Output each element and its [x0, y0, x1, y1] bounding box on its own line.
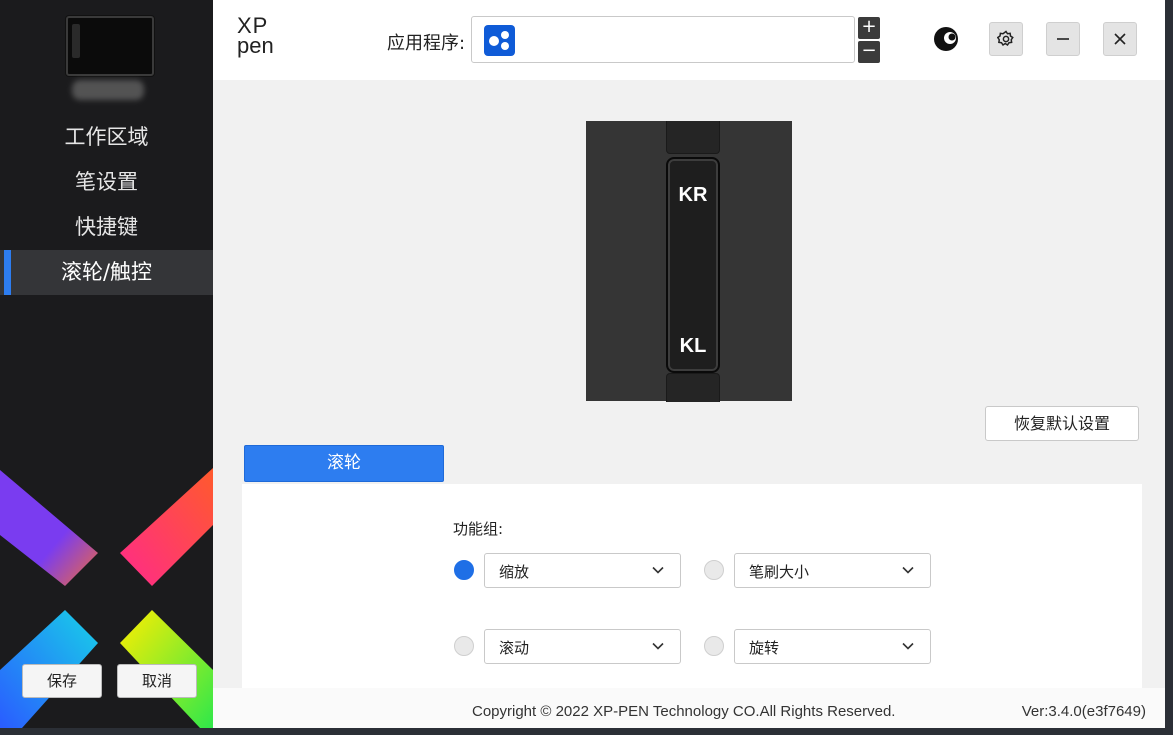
- select-value: 笔刷大小: [749, 563, 810, 581]
- application-label: 应用程序:: [387, 33, 466, 54]
- application-selector[interactable]: [471, 16, 855, 63]
- chevron-down-icon: [902, 642, 914, 650]
- chevron-down-icon: [652, 642, 664, 650]
- select-value: 缩放: [499, 563, 530, 581]
- device-preview: KR KL: [586, 121, 792, 402]
- select-brush-size[interactable]: 笔刷大小: [734, 553, 931, 588]
- select-value: 旋转: [749, 639, 780, 657]
- xppen-logo: XP pen: [237, 13, 274, 58]
- restore-defaults-button[interactable]: 恢复默认设置: [985, 406, 1139, 441]
- select-zoom[interactable]: 缩放: [484, 553, 681, 588]
- remove-application-button[interactable]: −: [858, 41, 880, 63]
- gear-icon[interactable]: [989, 22, 1023, 56]
- save-button[interactable]: 保存: [22, 664, 102, 698]
- version-text: Ver:3.4.0(e3f7649): [1021, 703, 1146, 720]
- chevron-down-icon: [902, 566, 914, 574]
- ring-label-kr: KR: [678, 184, 708, 206]
- touch-ring: KR KL: [666, 157, 720, 373]
- xppen-app-icon[interactable]: [484, 25, 515, 56]
- close-icon[interactable]: [1103, 22, 1137, 56]
- select-rotate[interactable]: 旋转: [734, 629, 931, 664]
- function-panel: 功能组: 缩放 笔刷大小 滚动 旋转: [242, 484, 1142, 688]
- ring-label-kl: KL: [679, 335, 707, 357]
- moon-icon[interactable]: [929, 22, 962, 55]
- device-edge-top: [666, 121, 720, 154]
- radio-brush-size[interactable]: [704, 560, 724, 580]
- sidebar-item-pen-settings[interactable]: 笔设置: [0, 160, 213, 205]
- footer: Copyright © 2022 XP-PEN Technology CO.Al…: [213, 688, 1165, 728]
- tab-wheel[interactable]: 滚轮: [244, 445, 444, 482]
- select-scroll[interactable]: 滚动: [484, 629, 681, 664]
- device-name-blurred: [72, 80, 144, 100]
- device-edge-bottom: [666, 373, 720, 402]
- radio-zoom[interactable]: [454, 560, 474, 580]
- device-thumbnail: [66, 16, 154, 76]
- main-content: KR KL 恢复默认设置 滚轮 功能组: 缩放 笔刷大小 滚动 旋转: [213, 80, 1165, 688]
- sidebar-item-shortcuts[interactable]: 快捷键: [0, 205, 213, 250]
- sidebar-nav: 工作区域 笔设置 快捷键 滚轮/触控: [0, 115, 213, 295]
- add-application-button[interactable]: +: [858, 17, 880, 39]
- app-window: 工作区域 笔设置 快捷键 滚轮/触控 保存 取消 XP pen 应用程序: + …: [0, 0, 1165, 728]
- chevron-down-icon: [652, 566, 664, 574]
- sidebar: 工作区域 笔设置 快捷键 滚轮/触控 保存 取消: [0, 0, 213, 728]
- select-value: 滚动: [499, 639, 530, 657]
- radio-scroll[interactable]: [454, 636, 474, 656]
- sidebar-item-work-area[interactable]: 工作区域: [0, 115, 213, 160]
- sidebar-item-wheel-touch[interactable]: 滚轮/触控: [0, 250, 213, 295]
- copyright-text: Copyright © 2022 XP-PEN Technology CO.Al…: [472, 703, 896, 720]
- radio-rotate[interactable]: [704, 636, 724, 656]
- cancel-button[interactable]: 取消: [117, 664, 197, 698]
- minimize-icon[interactable]: [1046, 22, 1080, 56]
- function-group-label: 功能组:: [453, 520, 504, 538]
- top-bar: XP pen 应用程序: + −: [213, 0, 1165, 80]
